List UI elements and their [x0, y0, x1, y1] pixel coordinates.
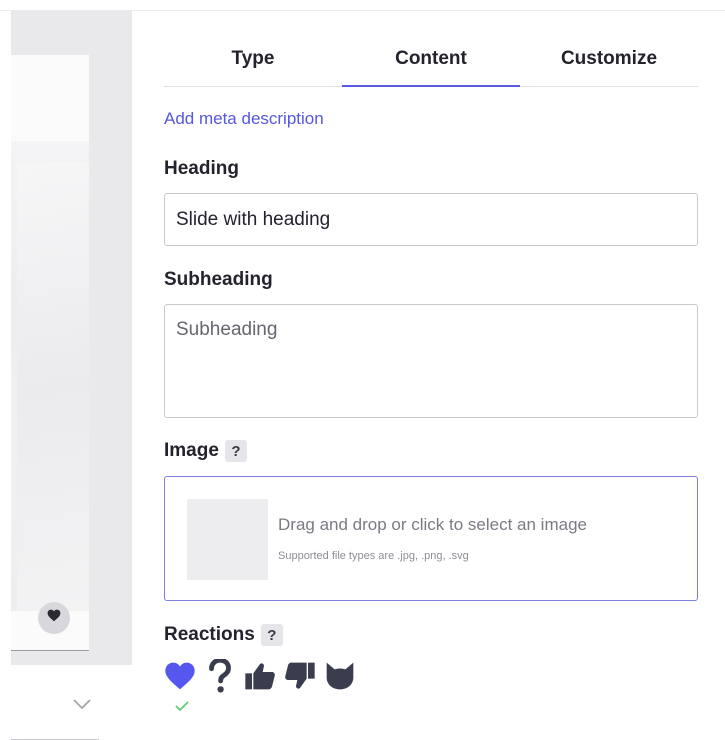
heart-icon [47, 609, 61, 627]
heading-label: Heading [164, 158, 239, 180]
image-label: Image ? [164, 440, 247, 462]
heart-icon[interactable] [164, 660, 196, 692]
slide-preview-image [11, 141, 89, 611]
reactions-help-icon[interactable]: ? [260, 624, 283, 646]
editor-tabs: Type Content Customize [164, 37, 698, 87]
heading-label-text: Heading [164, 158, 239, 179]
image-help-icon[interactable]: ? [224, 440, 247, 462]
image-placeholder-thumbnail [187, 499, 268, 580]
chevron-down-icon[interactable] [72, 697, 92, 715]
dropzone-instruction: Drag and drop or click to select an imag… [278, 515, 587, 534]
add-meta-description-link[interactable]: Add meta description [164, 109, 324, 129]
image-dropzone[interactable]: Drag and drop or click to select an imag… [164, 476, 698, 601]
subheading-textarea[interactable] [164, 304, 698, 418]
tab-type[interactable]: Type [164, 37, 342, 86]
subheading-label-text: Subheading [164, 269, 273, 290]
reactions-picker [164, 659, 356, 693]
dropzone-supported-types: Supported file types are .jpg, .png, .sv… [278, 550, 469, 562]
image-label-text: Image [164, 440, 219, 461]
heading-input[interactable] [164, 193, 698, 246]
slide-preview-card[interactable] [11, 55, 89, 651]
thumbs-up-icon[interactable] [244, 660, 276, 692]
reactions-label: Reactions ? [164, 624, 283, 646]
tab-customize[interactable]: Customize [520, 37, 698, 86]
thumbs-down-icon[interactable] [284, 660, 316, 692]
question-icon[interactable] [204, 659, 236, 693]
selected-check-icon [174, 699, 190, 717]
subheading-label: Subheading [164, 269, 273, 291]
top-divider [0, 0, 725, 11]
cat-icon[interactable] [324, 660, 356, 692]
preview-heart-badge [38, 602, 70, 634]
reactions-label-text: Reactions [164, 624, 255, 645]
tab-content[interactable]: Content [342, 37, 520, 87]
